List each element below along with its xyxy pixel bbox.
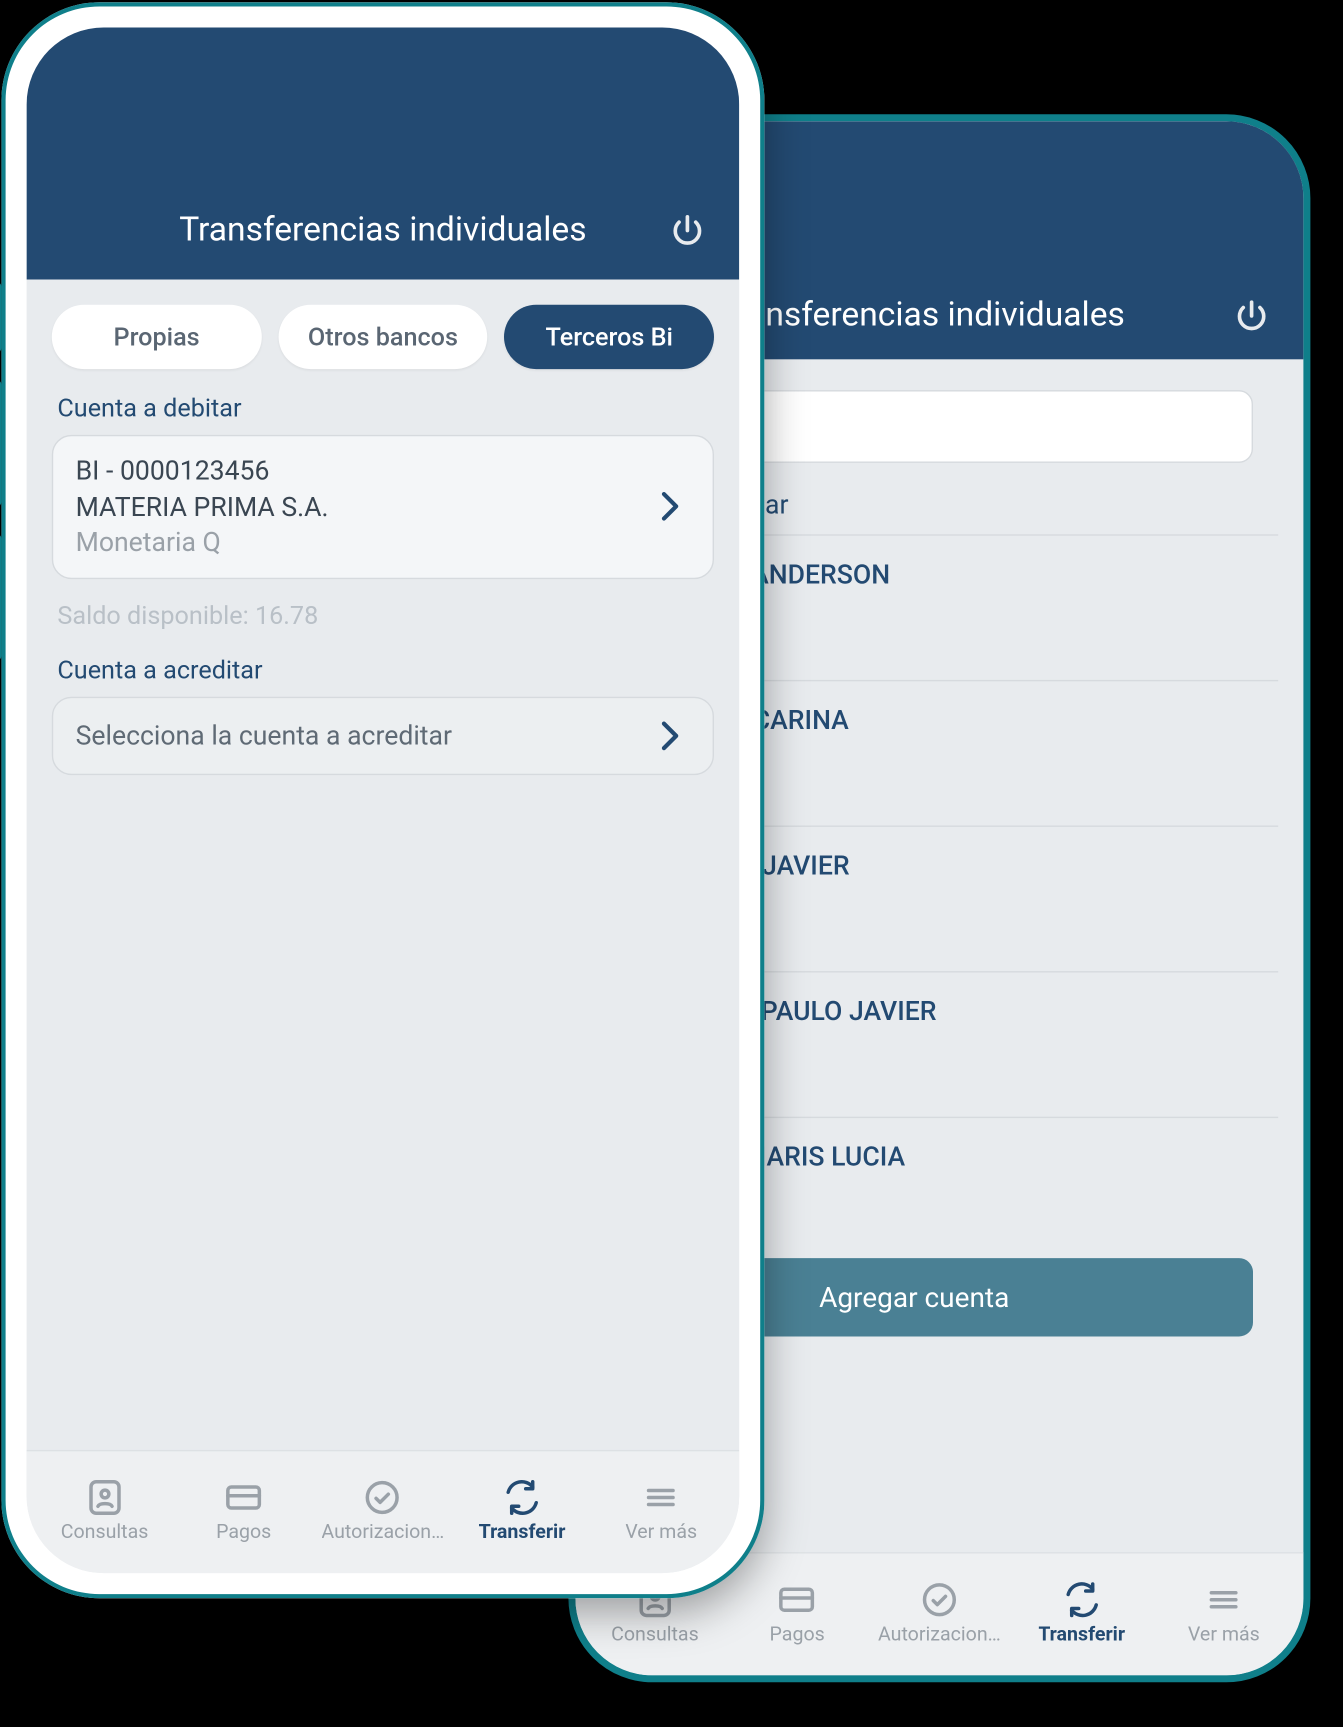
side-button xyxy=(0,534,1,660)
transfer-icon xyxy=(501,1475,543,1517)
nav-consultas[interactable]: Consultas xyxy=(37,1475,171,1542)
side-button xyxy=(0,282,1,352)
bottom-nav: Consultas Pagos Autorizacion… Transferir… xyxy=(26,1449,739,1572)
chevron-right-icon xyxy=(648,714,690,756)
nav-pagos[interactable]: Pagos xyxy=(176,1475,310,1542)
side-button xyxy=(0,380,1,506)
credit-account-selector[interactable]: Selecciona la cuenta a acreditar xyxy=(51,696,713,774)
credit-section-label: Cuenta a acreditar xyxy=(26,644,739,690)
debit-account-owner: MATERIA PRIMA S.A. xyxy=(75,488,648,524)
card-icon xyxy=(222,1475,264,1517)
nav-ver-mas[interactable]: Ver más xyxy=(593,1475,727,1542)
app-header: Transferencias individuales xyxy=(26,27,739,279)
credit-placeholder: Selecciona la cuenta a acreditar xyxy=(75,717,648,753)
available-balance: Saldo disponible: 16.78 xyxy=(26,590,739,645)
chevron-right-icon xyxy=(648,485,690,527)
debit-account-type: Monetaria Q xyxy=(75,524,648,560)
nav-transferir[interactable]: Transferir xyxy=(1014,1578,1148,1645)
menu-icon xyxy=(640,1475,682,1517)
phone-front-wrap: Transferencias individuales Propias Otro… xyxy=(1,2,764,1598)
transfer-icon xyxy=(1060,1578,1102,1620)
menu-icon xyxy=(1202,1578,1244,1620)
power-icon[interactable] xyxy=(669,212,705,248)
side-button xyxy=(1309,555,1310,667)
nav-ver-mas[interactable]: Ver más xyxy=(1156,1578,1290,1645)
nav-pagos[interactable]: Pagos xyxy=(729,1578,863,1645)
page-title: Transferencias individuales xyxy=(96,209,669,248)
card-icon xyxy=(776,1578,818,1620)
power-icon[interactable] xyxy=(1233,297,1269,333)
nav-transferir[interactable]: Transferir xyxy=(454,1475,588,1542)
transfer-type-tabs: Propias Otros bancos Terceros Bi xyxy=(26,279,739,383)
tab-propias[interactable]: Propias xyxy=(51,304,261,368)
tab-terceros-bi[interactable]: Terceros Bi xyxy=(504,304,714,368)
debit-section-label: Cuenta a debitar xyxy=(26,383,739,429)
check-circle-icon xyxy=(361,1475,403,1517)
nav-autorizaciones[interactable]: Autorizacion… xyxy=(315,1475,449,1542)
tab-otros-bancos[interactable]: Otros bancos xyxy=(278,304,488,368)
badge-icon xyxy=(83,1475,125,1517)
debit-account-id: BI - 0000123456 xyxy=(75,453,648,489)
nav-autorizaciones[interactable]: Autorizacion… xyxy=(872,1578,1006,1645)
debit-account-selector[interactable]: BI - 0000123456 MATERIA PRIMA S.A. Monet… xyxy=(51,434,713,578)
phone-front: Transferencias individuales Propias Otro… xyxy=(26,27,739,1573)
check-circle-icon xyxy=(918,1578,960,1620)
